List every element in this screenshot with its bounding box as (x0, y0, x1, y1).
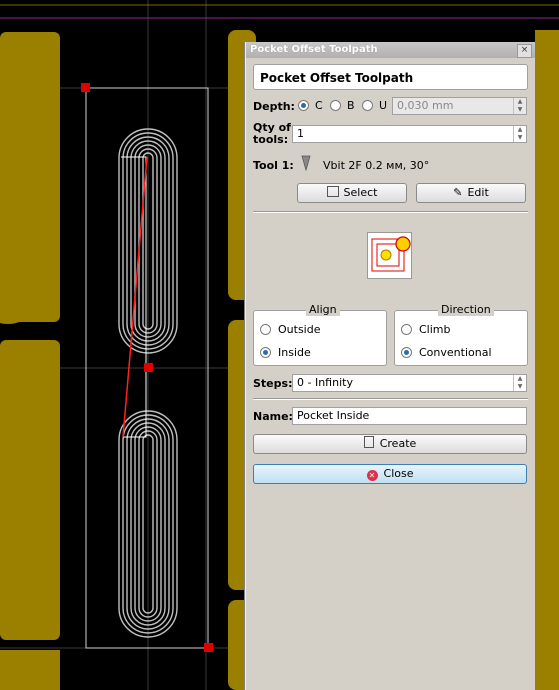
direction-conventional-label: Conventional (419, 346, 492, 359)
select-button-label: Select (343, 186, 378, 199)
align-radio-inside[interactable] (260, 347, 271, 358)
depth-radio-u[interactable] (362, 100, 373, 111)
close-icon[interactable]: × (517, 44, 532, 58)
vbit-icon (301, 155, 311, 171)
depth-option-u-label: U (379, 99, 388, 112)
dialog-header: Pocket Offset Toolpath (253, 64, 528, 90)
copper-pads-left (0, 32, 60, 690)
close-button[interactable]: ✕ Close (253, 464, 527, 484)
direction-radio-conventional[interactable] (401, 347, 412, 358)
document-icon (363, 436, 374, 448)
create-button-label: Create (379, 437, 417, 450)
qty-spinner[interactable]: ▲ ▼ (513, 126, 526, 142)
resize-handle-middle[interactable] (144, 363, 153, 372)
align-group: Align Outside Inside (253, 303, 387, 366)
select-tool-button[interactable]: Select (297, 183, 407, 203)
steps-spinner[interactable]: ▲ ▼ (513, 375, 526, 391)
close-circle-icon: ✕ (366, 470, 378, 481)
name-label: Name: (253, 410, 293, 423)
list-icon (326, 186, 339, 197)
depth-value: 0,030 mm (397, 99, 454, 112)
direction-climb-label: Climb (419, 323, 451, 336)
qty-input[interactable]: 1 ▲ ▼ (292, 125, 527, 143)
qty-value: 1 (297, 127, 304, 140)
steps-value: 0 - Infinity (297, 376, 353, 389)
align-title: Align (306, 303, 340, 316)
align-outside-label: Outside (278, 323, 321, 336)
create-button[interactable]: Create (253, 434, 527, 454)
direction-radio-climb[interactable] (401, 324, 412, 335)
depth-spinner[interactable]: ▲ ▼ (513, 98, 526, 114)
steps-input[interactable]: 0 - Infinity ▲ ▼ (292, 374, 527, 392)
qty-label: Qty of tools: (253, 121, 291, 146)
edit-tool-button[interactable]: ✎ Edit (416, 183, 526, 203)
pencil-icon: ✎ (453, 186, 463, 199)
close-button-label: Close (383, 467, 414, 480)
dialog-titlebar: Pocket Offset Toolpath (246, 42, 535, 58)
depth-option-b-label: B (347, 99, 355, 112)
direction-group: Direction Climb Conventional (394, 303, 528, 366)
pocket-preview-icon (367, 232, 412, 279)
depth-radio-b[interactable] (330, 100, 341, 111)
depth-label: Depth: (253, 100, 295, 113)
edit-button-label: Edit (467, 186, 489, 199)
name-input[interactable]: Pocket Inside (292, 407, 527, 425)
depth-input[interactable]: 0,030 mm ▲ ▼ (392, 97, 527, 115)
name-value: Pocket Inside (297, 409, 370, 422)
resize-handle-top-left[interactable] (81, 83, 90, 92)
align-radio-outside[interactable] (260, 324, 271, 335)
depth-option-c-label: C (315, 99, 323, 112)
tool-name: Vbit 2F 0.2 мм, 30° (323, 159, 430, 172)
resize-handle-bottom-right[interactable] (204, 643, 213, 652)
pocket-offset-dialog: Pocket Offset Toolpath × Pocket Offset T… (245, 42, 535, 690)
steps-label: Steps: (253, 377, 293, 390)
tool-label: Tool 1: (253, 159, 294, 172)
depth-radio-c[interactable] (298, 100, 309, 111)
direction-title: Direction (438, 303, 494, 316)
separator (253, 211, 528, 213)
align-inside-label: Inside (278, 346, 311, 359)
